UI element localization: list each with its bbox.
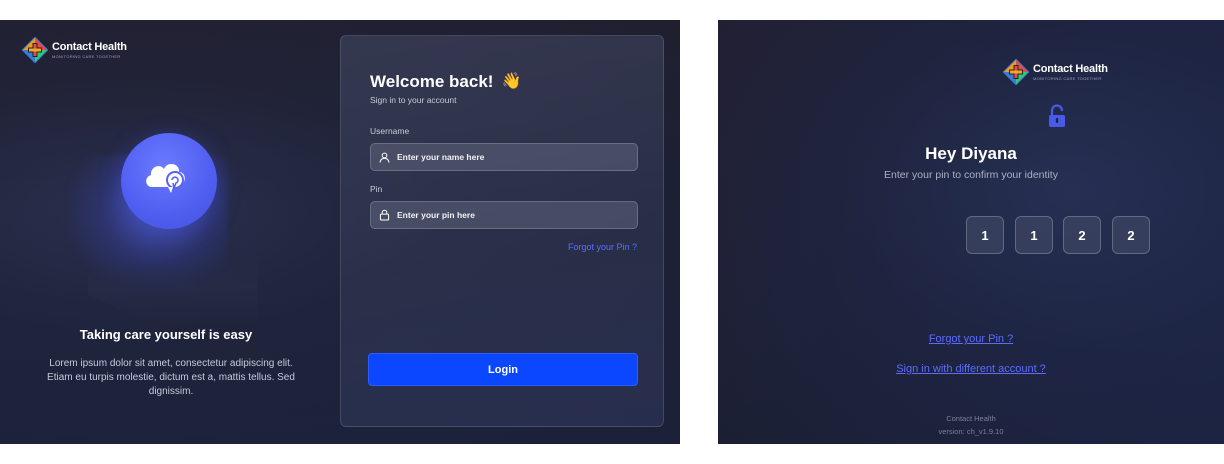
footer-app-name: Contact Health bbox=[946, 414, 996, 423]
username-field[interactable] bbox=[370, 143, 638, 171]
user-icon bbox=[379, 152, 390, 163]
brand-tagline: MONITORING CARE TOGETHER bbox=[52, 53, 121, 59]
waving-hand-icon: 👋 bbox=[501, 73, 522, 90]
login-screen: Contact Health MONITORING CARE TOGETHER … bbox=[0, 20, 680, 444]
pin-field[interactable] bbox=[370, 201, 638, 229]
brand-logo-right: Contact Health MONITORING CARE TOGETHER bbox=[1003, 59, 1108, 85]
forgot-pin-link-right[interactable]: Forgot your Pin ? bbox=[718, 333, 1224, 345]
footer-version: version: ch_v1.9.10 bbox=[938, 427, 1004, 436]
hero-title: Taking care yourself is easy bbox=[79, 327, 253, 342]
username-input[interactable] bbox=[397, 152, 617, 162]
forgot-pin-link[interactable]: Forgot your Pin ? bbox=[568, 242, 637, 252]
login-button[interactable]: Login bbox=[368, 353, 638, 386]
pin-digit-2[interactable]: 1 bbox=[1015, 216, 1053, 254]
brand-name-right: Contact Health bbox=[1033, 62, 1108, 75]
login-subtitle: Sign in to your account bbox=[370, 95, 457, 105]
hero-description: Lorem ipsum dolor sit amet, consectetur … bbox=[47, 358, 295, 397]
switch-account-link[interactable]: Sign in with different account ? bbox=[718, 363, 1224, 375]
contact-health-logo-icon bbox=[22, 37, 48, 63]
pin-confirm-screen: Contact Health MONITORING CARE TOGETHER … bbox=[718, 20, 1224, 444]
pin-digit-3[interactable]: 2 bbox=[1063, 216, 1101, 254]
lock-icon bbox=[379, 209, 390, 221]
unlocked-padlock-icon bbox=[1049, 104, 1065, 127]
welcome-title: Welcome back! bbox=[370, 72, 494, 91]
welcome-heading: Welcome back! 👋 bbox=[370, 72, 521, 92]
pin-instruction: Enter your pin to confirm your identity bbox=[884, 169, 1058, 181]
hero-illustration bbox=[68, 125, 278, 371]
pin-input[interactable] bbox=[397, 210, 617, 220]
username-label: Username bbox=[370, 126, 410, 136]
brand-logo: Contact Health MONITORING CARE TOGETHER bbox=[22, 37, 127, 63]
greeting-title: Hey Diyana bbox=[925, 144, 1017, 163]
brand-name: Contact Health bbox=[52, 40, 127, 53]
pin-digit-4[interactable]: 2 bbox=[1112, 216, 1150, 254]
login-card: Welcome back! 👋 Sign in to your account … bbox=[340, 35, 664, 427]
pin-digit-1[interactable]: 1 bbox=[966, 216, 1004, 254]
pin-label: Pin bbox=[370, 184, 383, 194]
brand-tagline-right: MONITORING CARE TOGETHER bbox=[1033, 75, 1102, 81]
contact-health-logo-icon bbox=[1003, 59, 1029, 85]
cloud-chat-icon bbox=[146, 163, 185, 193]
stage: Contact Health MONITORING CARE TOGETHER … bbox=[0, 0, 1224, 464]
